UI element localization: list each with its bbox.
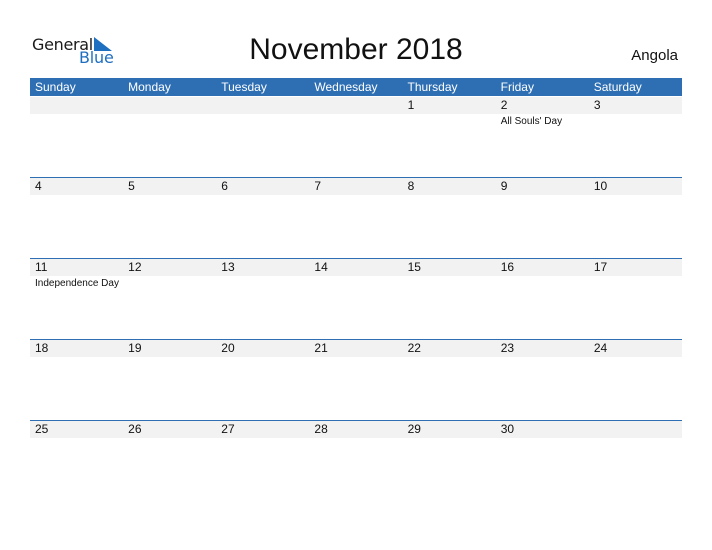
day-number: 16 bbox=[500, 260, 515, 274]
day-number: 6 bbox=[221, 179, 228, 193]
day-number: 4 bbox=[35, 179, 42, 193]
calendar-title: November 2018 bbox=[249, 33, 463, 66]
day-cell: 28 bbox=[309, 421, 402, 502]
day-cell bbox=[123, 97, 216, 178]
day-number: 1 bbox=[407, 98, 415, 112]
day-number: 26 bbox=[128, 422, 142, 436]
day-cell: 17 bbox=[589, 259, 682, 340]
day-cell: 9 bbox=[496, 178, 589, 259]
weekday-tuesday: Tuesday bbox=[221, 80, 267, 94]
country-label: Angola bbox=[631, 47, 678, 64]
day-cell bbox=[309, 97, 402, 178]
day-cell: 19 bbox=[123, 340, 216, 421]
day-cell: 3 bbox=[589, 97, 682, 178]
day-cell: 5 bbox=[123, 178, 216, 259]
day-number: 27 bbox=[221, 422, 235, 436]
weekday-friday: Friday bbox=[500, 80, 534, 94]
day-number: 10 bbox=[593, 179, 608, 193]
day-cell: 13 bbox=[216, 259, 309, 340]
day-number: 2 bbox=[500, 98, 508, 112]
day-cell: 15 bbox=[403, 259, 496, 340]
day-cell: 1 bbox=[403, 97, 496, 178]
day-cell: 8 bbox=[403, 178, 496, 259]
day-cell: 21 bbox=[309, 340, 402, 421]
day-number: 5 bbox=[128, 179, 135, 193]
day-number: 17 bbox=[593, 260, 608, 274]
week-row: 4 5 6 7 8 9 10 bbox=[30, 177, 682, 259]
day-number: 14 bbox=[314, 260, 328, 274]
day-cell: 22 bbox=[403, 340, 496, 421]
day-number: 28 bbox=[314, 422, 328, 436]
day-cell bbox=[216, 97, 309, 178]
day-number: 29 bbox=[407, 422, 421, 436]
day-number: 15 bbox=[407, 260, 421, 274]
day-cell: 14 bbox=[309, 259, 402, 340]
weekday-saturday: Saturday bbox=[593, 80, 642, 94]
day-cell: 24 bbox=[589, 340, 682, 421]
day-cell: 16 bbox=[496, 259, 589, 340]
day-cell: 20 bbox=[216, 340, 309, 421]
day-number: 8 bbox=[407, 179, 415, 193]
day-number: 24 bbox=[593, 341, 608, 355]
day-number: 30 bbox=[500, 422, 515, 436]
day-cell: 12 bbox=[123, 259, 216, 340]
week-row: 25 26 27 28 29 30 bbox=[30, 420, 682, 502]
day-cell: 4 bbox=[30, 178, 123, 259]
week-row: 1 2 All Souls' Day 3 bbox=[30, 97, 682, 178]
day-cell: 30 bbox=[496, 421, 589, 502]
day-number: 3 bbox=[593, 98, 601, 112]
day-number: 7 bbox=[314, 179, 322, 193]
day-number: 23 bbox=[500, 341, 515, 355]
day-cell: 25 bbox=[30, 421, 123, 502]
week-row: 18 19 20 21 22 23 24 bbox=[30, 339, 682, 421]
day-cell bbox=[589, 421, 682, 502]
day-cell: 27 bbox=[216, 421, 309, 502]
day-number: 11 bbox=[35, 260, 48, 274]
day-number: 12 bbox=[128, 260, 142, 274]
weekday-thursday: Thursday bbox=[407, 80, 458, 94]
week-row: 11 Independence Day 12 13 14 15 16 17 bbox=[30, 258, 682, 340]
day-number: 22 bbox=[407, 341, 421, 355]
day-number: 18 bbox=[35, 341, 49, 355]
day-cell: 6 bbox=[216, 178, 309, 259]
day-cell: 23 bbox=[496, 340, 589, 421]
day-number: 21 bbox=[314, 341, 328, 355]
day-cell bbox=[30, 97, 123, 178]
weekday-monday: Monday bbox=[128, 80, 171, 94]
day-cell: 29 bbox=[403, 421, 496, 502]
holiday-label: All Souls' Day bbox=[500, 116, 563, 127]
weekday-wednesday: Wednesday bbox=[314, 80, 378, 94]
day-cell: 11 Independence Day bbox=[30, 259, 123, 340]
day-number: 13 bbox=[221, 260, 235, 274]
day-cell: 26 bbox=[123, 421, 216, 502]
day-number: 20 bbox=[221, 341, 235, 355]
day-number: 25 bbox=[35, 422, 49, 436]
weekday-sunday: Sunday bbox=[35, 80, 76, 94]
day-cell: 7 bbox=[309, 178, 402, 259]
day-cell: 18 bbox=[30, 340, 123, 421]
day-number: 19 bbox=[128, 341, 142, 355]
day-number: 9 bbox=[500, 179, 508, 193]
day-cell: 10 bbox=[589, 178, 682, 259]
holiday-label: Independence Day bbox=[35, 278, 119, 289]
weekday-header: Sunday Monday Tuesday Wednesday Thursday… bbox=[30, 78, 682, 96]
day-cell: 2 All Souls' Day bbox=[496, 97, 589, 178]
